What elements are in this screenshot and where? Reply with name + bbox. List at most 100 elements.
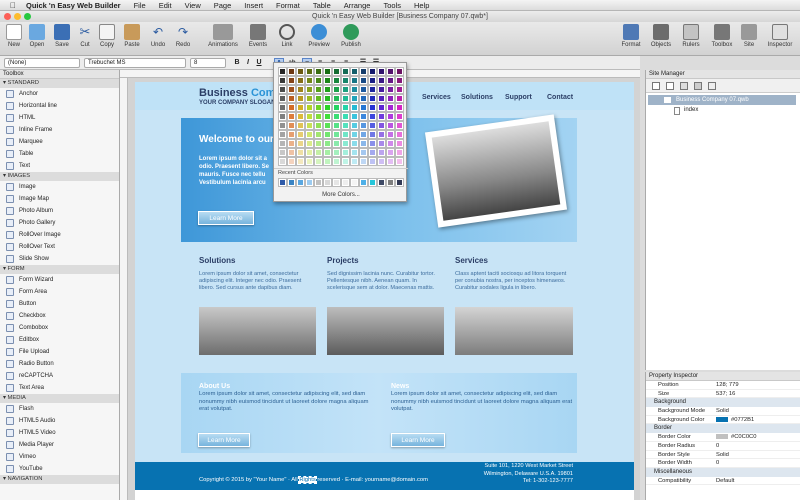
color-swatch[interactable] [368, 67, 377, 76]
toolbox-item-table[interactable]: Table [0, 148, 119, 160]
recent-color-swatch[interactable] [314, 178, 323, 187]
color-swatch[interactable] [341, 139, 350, 148]
hero-learn-more-button[interactable]: Learn More [198, 211, 254, 225]
color-swatch[interactable] [386, 94, 395, 103]
recent-color-swatch[interactable] [332, 178, 341, 187]
toolbox-item-form-area[interactable]: Form Area [0, 286, 119, 298]
animations-button[interactable]: Animations [206, 24, 240, 48]
format-button[interactable]: Format [618, 24, 644, 48]
recent-color-swatch[interactable] [359, 178, 368, 187]
inspector-section-miscellaneous[interactable]: Miscellaneous [646, 467, 800, 477]
recent-color-swatch[interactable] [341, 178, 350, 187]
color-swatch[interactable] [350, 112, 359, 121]
color-swatch[interactable] [395, 85, 404, 94]
toolbox-item-rollover-text[interactable]: RollOver Text [0, 241, 119, 253]
color-swatch[interactable] [296, 112, 305, 121]
copy-page-icon[interactable] [680, 82, 688, 90]
style-select[interactable]: (None) [4, 58, 80, 68]
bridge-photo-frame[interactable] [424, 114, 568, 228]
color-swatch[interactable] [305, 121, 314, 130]
publish-button[interactable]: Publish [337, 24, 365, 48]
menu-insert[interactable]: Insert [244, 1, 263, 10]
toolbox-item-checkbox[interactable]: Checkbox [0, 310, 119, 322]
new-page-icon[interactable] [652, 82, 660, 90]
properties-icon[interactable] [708, 82, 716, 90]
color-swatch[interactable] [386, 130, 395, 139]
color-swatch[interactable] [341, 76, 350, 85]
color-swatch[interactable] [350, 130, 359, 139]
property-value[interactable]: 128; 779 [716, 381, 800, 389]
color-swatch[interactable] [341, 121, 350, 130]
color-swatch[interactable] [359, 157, 368, 166]
color-swatch[interactable] [278, 112, 287, 121]
services-photo[interactable] [455, 307, 573, 355]
apple-icon[interactable]:  [10, 1, 16, 10]
color-swatch[interactable] [332, 112, 341, 121]
recent-color-swatch[interactable] [350, 178, 359, 187]
color-swatch[interactable] [395, 130, 404, 139]
color-swatch[interactable] [323, 94, 332, 103]
color-swatch[interactable] [359, 103, 368, 112]
color-swatch[interactable] [332, 139, 341, 148]
toolbox-item-button[interactable]: Button [0, 298, 119, 310]
color-swatch[interactable] [350, 121, 359, 130]
color-swatch[interactable] [305, 112, 314, 121]
color-swatch[interactable] [296, 157, 305, 166]
toolbox-item-file-upload[interactable]: File Upload [0, 346, 119, 358]
color-swatch[interactable] [377, 103, 386, 112]
color-swatch[interactable] [350, 85, 359, 94]
color-swatch[interactable] [278, 85, 287, 94]
color-swatch[interactable] [395, 103, 404, 112]
site-page-index[interactable]: index [684, 107, 698, 113]
color-swatch[interactable] [341, 112, 350, 121]
toolbox-item-photo-album[interactable]: Photo Album [0, 205, 119, 217]
menu-arrange[interactable]: Arrange [344, 1, 371, 10]
color-swatch[interactable] [350, 67, 359, 76]
preview-button[interactable]: Preview [305, 24, 333, 48]
color-swatch[interactable] [359, 76, 368, 85]
color-swatch[interactable] [377, 148, 386, 157]
color-swatch[interactable] [395, 121, 404, 130]
property-row[interactable]: Size 537; 16 [646, 390, 800, 399]
color-swatch[interactable] [296, 130, 305, 139]
color-swatch[interactable] [359, 67, 368, 76]
color-swatch[interactable] [332, 121, 341, 130]
color-swatch[interactable] [377, 94, 386, 103]
color-swatch[interactable] [359, 148, 368, 157]
property-value[interactable]: Solid [716, 407, 800, 415]
color-swatch[interactable] [305, 85, 314, 94]
italic-button[interactable]: I [243, 58, 253, 68]
color-swatch[interactable] [314, 112, 323, 121]
color-swatch[interactable] [368, 85, 377, 94]
color-swatch[interactable] [350, 76, 359, 85]
property-row[interactable]: Border Style Solid [646, 451, 800, 460]
color-swatch[interactable] [314, 121, 323, 130]
recent-color-swatch[interactable] [386, 178, 395, 187]
color-swatch[interactable] [305, 130, 314, 139]
color-swatch[interactable] [395, 139, 404, 148]
underline-button[interactable]: U [254, 58, 264, 68]
font-size-select[interactable]: 8 [190, 58, 226, 68]
color-swatch[interactable] [341, 157, 350, 166]
nav-services[interactable]: Services [422, 94, 451, 101]
color-swatch[interactable] [341, 67, 350, 76]
color-swatch[interactable] [377, 121, 386, 130]
toolbox-item-html[interactable]: HTML [0, 112, 119, 124]
color-swatch[interactable] [368, 130, 377, 139]
color-swatch[interactable] [395, 67, 404, 76]
redo-button[interactable]: ↷ Redo [170, 24, 196, 48]
color-swatch[interactable] [287, 103, 296, 112]
color-swatch[interactable] [377, 76, 386, 85]
color-swatch[interactable] [278, 76, 287, 85]
toolbox-section-form[interactable]: ▾ FORM [0, 265, 119, 274]
color-swatch[interactable] [332, 94, 341, 103]
color-swatch[interactable] [296, 85, 305, 94]
color-swatch[interactable] [296, 139, 305, 148]
selected-text[interactable]: Rights [298, 476, 317, 484]
color-swatch[interactable] [323, 85, 332, 94]
color-swatch[interactable] [314, 139, 323, 148]
menu-help[interactable]: Help [414, 1, 429, 10]
color-swatch[interactable] [332, 103, 341, 112]
events-button[interactable]: Events [245, 24, 271, 48]
color-swatch[interactable] [323, 148, 332, 157]
